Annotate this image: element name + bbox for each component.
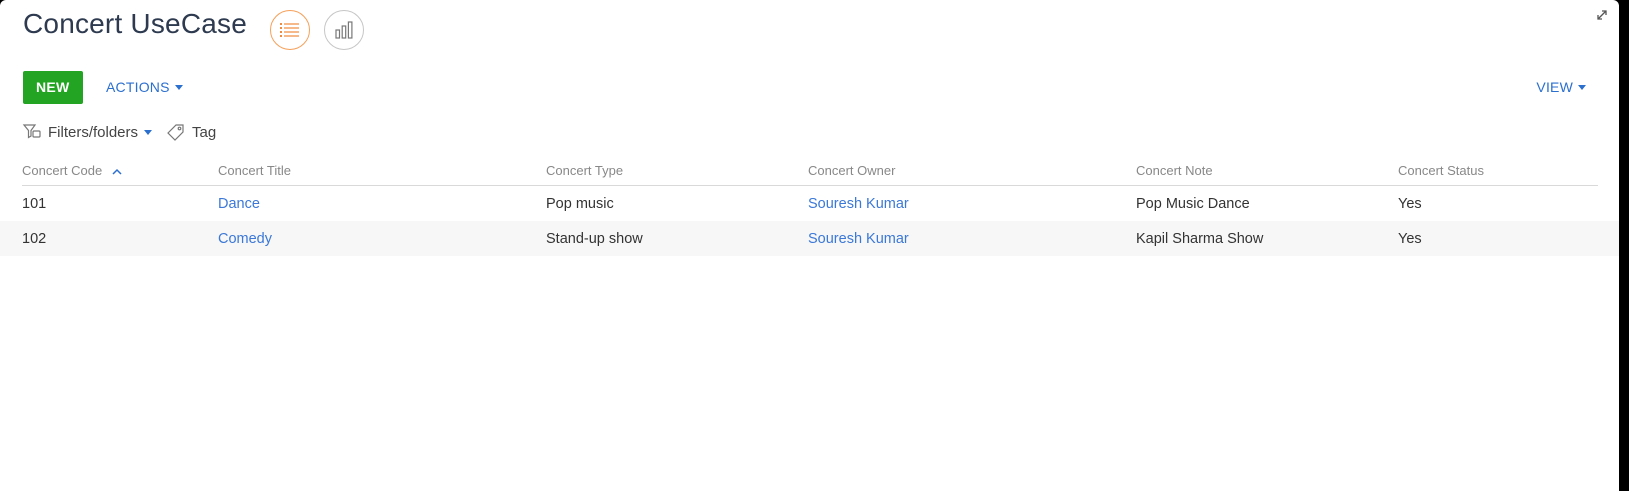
- column-header-concert-title[interactable]: Concert Title: [218, 163, 546, 178]
- expand-icon[interactable]: [1595, 8, 1609, 22]
- actions-menu-button[interactable]: ACTIONS: [106, 79, 183, 95]
- cell-concert-type: Pop music: [546, 195, 614, 212]
- sort-ascending-icon: [112, 168, 122, 175]
- list-view-icon: [280, 23, 299, 37]
- chevron-down-icon: [174, 85, 183, 90]
- cell-concert-status: Yes: [1398, 195, 1422, 212]
- filters-folders-label: Filters/folders: [48, 123, 139, 141]
- concert-table: Concert Code Concert Title Concert Type …: [0, 155, 1619, 256]
- main-page: Concert UseCase NEW ACTIONS VIEW Filters…: [0, 0, 1619, 491]
- cell-concert-status: Yes: [1398, 230, 1422, 247]
- cell-concert-code: 102: [22, 230, 47, 247]
- column-header-concert-code[interactable]: Concert Code: [22, 163, 218, 178]
- cell-concert-title-link[interactable]: Comedy: [218, 231, 546, 247]
- cell-concert-owner-link[interactable]: Souresh Kumar: [808, 231, 1136, 247]
- tag-label: Tag: [192, 123, 217, 141]
- filter-bar: Filters/folders Tag: [22, 122, 216, 142]
- cell-concert-note: Pop Music Dance: [1136, 195, 1250, 212]
- column-header-concert-owner[interactable]: Concert Owner: [808, 163, 1136, 178]
- cell-concert-code: 101: [22, 195, 47, 212]
- cell-concert-type: Stand-up show: [546, 230, 643, 247]
- chart-view-button[interactable]: [324, 10, 364, 50]
- column-header-concert-status[interactable]: Concert Status: [1398, 163, 1598, 178]
- cell-concert-owner-link[interactable]: Souresh Kumar: [808, 196, 1136, 212]
- column-header-concert-type[interactable]: Concert Type: [546, 163, 808, 178]
- view-label: VIEW: [1536, 79, 1573, 95]
- table-header: Concert Code Concert Title Concert Type …: [22, 155, 1598, 186]
- column-header-concert-note[interactable]: Concert Note: [1136, 163, 1398, 178]
- chevron-down-icon: [144, 130, 153, 135]
- table-row[interactable]: 101 Dance Pop music Souresh Kumar Pop Mu…: [22, 186, 1598, 221]
- tag-icon: [167, 124, 184, 141]
- list-view-button[interactable]: [270, 10, 310, 50]
- cell-concert-note: Kapil Sharma Show: [1136, 230, 1264, 247]
- view-menu-button[interactable]: VIEW: [1536, 79, 1586, 95]
- new-button[interactable]: NEW: [23, 71, 83, 104]
- filter-icon: [22, 124, 41, 139]
- table-row[interactable]: 102 Comedy Stand-up show Souresh Kumar K…: [0, 221, 1619, 256]
- actions-label: ACTIONS: [106, 79, 170, 95]
- filters-folders-button[interactable]: Filters/folders: [22, 122, 153, 142]
- cell-concert-title-link[interactable]: Dance: [218, 196, 546, 212]
- chevron-down-icon: [1578, 85, 1586, 90]
- chart-view-icon: [335, 21, 353, 39]
- tag-button[interactable]: Tag: [166, 122, 216, 142]
- page-title: Concert UseCase: [23, 8, 247, 39]
